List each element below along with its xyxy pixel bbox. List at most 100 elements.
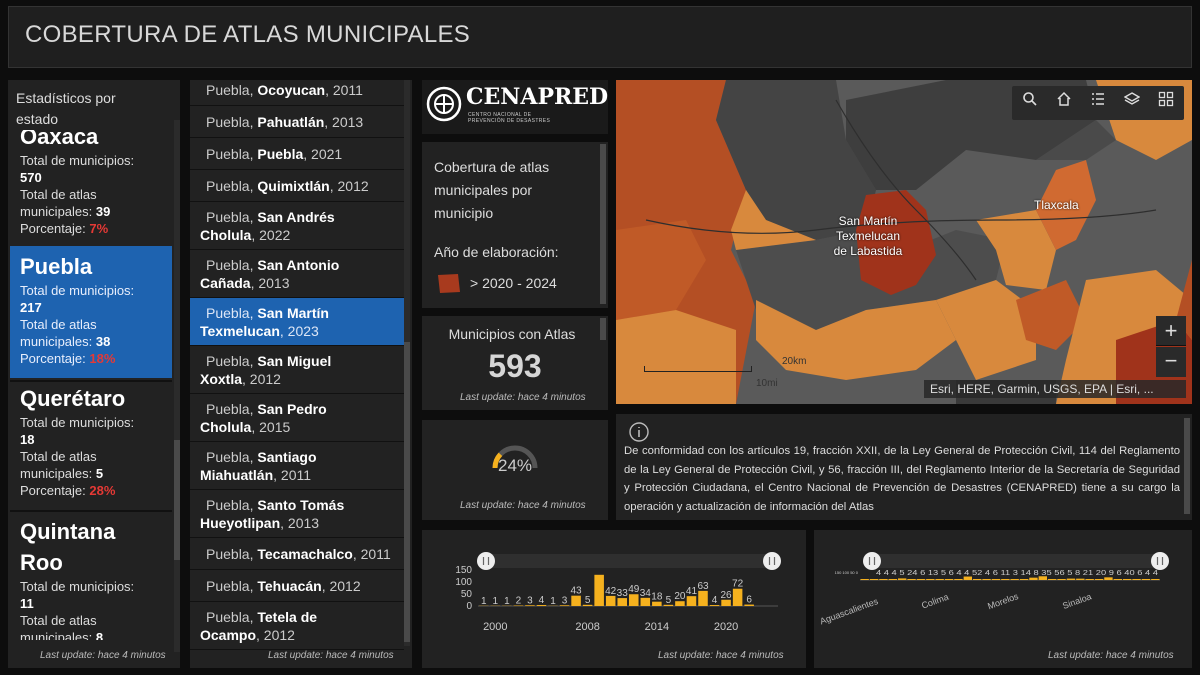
list-item[interactable]: Puebla, Tecamachalco, 2011	[190, 538, 404, 570]
list-item-municipality: San Pedro	[257, 401, 327, 417]
bar[interactable]	[1019, 579, 1029, 580]
bar[interactable]	[617, 598, 627, 606]
bar[interactable]	[907, 579, 916, 580]
info-scrollbar[interactable]	[1184, 418, 1190, 514]
data-label: 3	[562, 595, 568, 606]
bar[interactable]	[1076, 578, 1085, 580]
bar[interactable]	[916, 579, 926, 580]
indicator-scrollbar[interactable]	[600, 318, 606, 340]
legend-title-2: municipales por	[434, 182, 533, 198]
bar[interactable]	[640, 597, 651, 606]
bar[interactable]	[982, 579, 991, 580]
data-label: 49	[628, 584, 640, 595]
bar[interactable]	[1104, 577, 1113, 580]
list-item[interactable]: Puebla, Tetela de Ocampo, 2012	[190, 602, 404, 650]
bar[interactable]	[1141, 579, 1151, 580]
bar[interactable]	[1029, 577, 1038, 580]
data-label: 4	[539, 595, 545, 606]
list-item-year: , 2012	[321, 578, 361, 594]
list-item[interactable]: Puebla, Puebla, 2021	[190, 138, 404, 170]
chart-range-slider-track[interactable]	[872, 554, 1160, 568]
stats-panel-title: Estadísticos por estado	[16, 88, 156, 130]
list-item[interactable]: Puebla, Tehuacán, 2012	[190, 570, 404, 602]
map-label-san-martin-2: Texmelucan	[835, 229, 901, 243]
stat-total-mun-label: Total de municipios:	[20, 415, 135, 430]
list-item[interactable]: Puebla, San Martín Texmelucan, 2023	[190, 298, 404, 346]
bar[interactable]	[1048, 579, 1057, 580]
data-label: 5	[666, 595, 672, 606]
list-item[interactable]: Puebla, San Miguel Xoxtla, 2012	[190, 346, 404, 394]
stats-panel[interactable]: Estadísticos por estado Oaxaca Total de …	[8, 80, 180, 668]
bar[interactable]	[594, 574, 604, 606]
bar[interactable]	[686, 596, 697, 606]
bar[interactable]	[1001, 579, 1010, 580]
bar[interactable]	[954, 579, 963, 580]
legend-scrollbar[interactable]	[600, 144, 606, 304]
list-item-state: Puebla,	[206, 578, 254, 594]
bar[interactable]	[1123, 579, 1132, 580]
chart-range-slider-handle-left[interactable]	[477, 552, 495, 570]
list-item[interactable]: Puebla, San Antonio Cañada, 2013	[190, 250, 404, 298]
map-scale-label-km: 20km	[782, 356, 807, 367]
list-item[interactable]: Puebla, San Pedro Cholula, 2015	[190, 394, 404, 442]
bar[interactable]	[1066, 578, 1076, 580]
bar[interactable]	[571, 595, 581, 606]
stat-card-oaxaca[interactable]: Oaxaca Total de municipios: 570 Total de…	[10, 120, 172, 244]
bar[interactable]	[605, 595, 616, 606]
bar[interactable]	[1132, 579, 1141, 580]
chart-range-slider-track[interactable]	[486, 554, 772, 568]
bar[interactable]	[629, 594, 639, 606]
bar[interactable]	[926, 579, 935, 580]
stats-scrollbar-thumb[interactable]	[174, 440, 180, 560]
bar[interactable]	[860, 579, 869, 580]
map-basemap-gallery-icon[interactable]	[1152, 89, 1180, 117]
bar[interactable]	[732, 588, 743, 606]
list-item[interactable]: Puebla, Quimixtlán, 2012	[190, 170, 404, 202]
bar[interactable]	[973, 579, 982, 580]
list-item[interactable]: Puebla, Ocoyucan, 2011	[190, 80, 404, 106]
list-item[interactable]: Puebla, Pahuatlán, 2013	[190, 106, 404, 138]
data-label: 1	[493, 596, 499, 607]
stat-card-queretaro[interactable]: Querétaro Total de municipios: 18 Total …	[10, 384, 172, 508]
legend-swatch	[438, 274, 460, 293]
bar[interactable]	[935, 579, 944, 580]
municipios-indicator: Municipios con Atlas 593 Last update: ha…	[422, 316, 608, 410]
map-list-icon[interactable]	[1084, 89, 1112, 117]
list-item-year: , 2011	[273, 467, 312, 483]
zoom-in-button[interactable]: +	[1156, 316, 1186, 346]
bar[interactable]	[963, 576, 972, 580]
y-tick-label: 100	[455, 577, 472, 588]
stat-card-quintana-roo[interactable]: Quintana Roo Total de municipios: 11 Tot…	[10, 516, 172, 640]
bar[interactable]	[1151, 579, 1160, 580]
bar[interactable]	[1057, 579, 1066, 580]
list-scrollbar-thumb[interactable]	[404, 342, 410, 642]
bar[interactable]	[1085, 579, 1094, 580]
map-home-icon[interactable]	[1050, 89, 1078, 117]
bar[interactable]	[1010, 579, 1019, 580]
bar[interactable]	[698, 590, 708, 606]
list-item[interactable]: Puebla, Santo Tomás Hueyotlipan, 2013	[190, 490, 404, 538]
chart-range-slider-handle-right[interactable]	[763, 552, 781, 570]
list-item[interactable]: Puebla, San Andrés Cholula, 2022	[190, 202, 404, 250]
municipality-list-panel[interactable]: Puebla, Ocoyucan, 2011 Puebla, Pahuatlán,…	[190, 80, 412, 668]
bar[interactable]	[888, 579, 897, 580]
stat-card-puebla[interactable]: Puebla Total de municipios: 217 Total de…	[10, 246, 172, 378]
list-item[interactable]: Puebla, Santiago Miahuatlán, 2011	[190, 442, 404, 490]
map-view[interactable]: San Martín Texmelucan de Labastida Tlaxc…	[616, 80, 1192, 404]
zoom-out-button[interactable]: −	[1156, 347, 1186, 377]
stats-scrollbar-track[interactable]	[174, 120, 180, 652]
map-layers-icon[interactable]	[1118, 89, 1146, 117]
bar[interactable]	[991, 579, 1001, 580]
bar[interactable]	[944, 579, 954, 580]
stat-pct-value: 7%	[89, 221, 109, 236]
bar[interactable]	[1094, 579, 1104, 580]
bar[interactable]	[898, 578, 907, 580]
stat-state-name: Querétaro	[20, 386, 126, 411]
bar[interactable]	[869, 579, 879, 580]
map-search-icon[interactable]	[1016, 89, 1044, 117]
stat-total-atlas-label: Total de atlas	[20, 187, 97, 202]
bar[interactable]	[879, 579, 888, 580]
list-item-municipality: Tecamachalco	[257, 546, 353, 562]
map-attribution[interactable]: Esri, HERE, Garmin, USGS, EPA | Esri, ..…	[924, 380, 1186, 398]
bar[interactable]	[1113, 579, 1122, 580]
